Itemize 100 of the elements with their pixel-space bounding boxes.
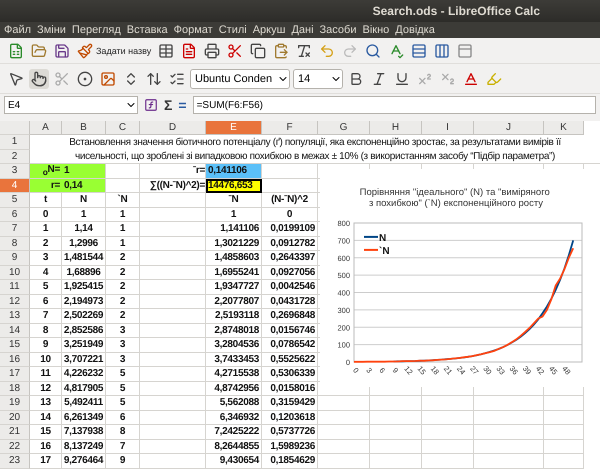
row-header[interactable]: 19 — [0, 396, 30, 410]
table-cell: 2,2077807 — [206, 294, 262, 309]
table-cell: 2,852586 — [62, 324, 106, 338]
row-header[interactable]: 23 — [0, 454, 30, 468]
table-cell: 6,346932 — [206, 410, 262, 425]
table-cell: 0,141106 — [206, 164, 262, 178]
formula-button[interactable]: = — [178, 97, 187, 113]
row-header[interactable]: 22 — [0, 440, 30, 454]
column-header[interactable]: I — [422, 121, 474, 135]
menu-item[interactable]: Вікно — [362, 24, 390, 36]
row-header[interactable]: 6 — [0, 208, 30, 222]
sum-button[interactable]: Σ — [164, 97, 172, 113]
menu-item[interactable]: Довідка — [395, 24, 435, 36]
print-icon — [204, 42, 220, 58]
row-header[interactable]: 17 — [0, 367, 30, 382]
table-cell: 8,2644855 — [206, 440, 262, 454]
menu-item[interactable]: Файл — [4, 24, 32, 36]
row-header[interactable]: 15 — [0, 338, 30, 352]
function-wizard-icon[interactable] — [144, 98, 158, 112]
table-cell — [318, 410, 370, 425]
row-header[interactable]: 10 — [0, 266, 30, 280]
toolbar-button[interactable] — [75, 68, 95, 88]
table-cell: 10 — [30, 352, 62, 367]
row-header[interactable]: 7 — [0, 222, 30, 236]
table-cell: 12 — [30, 382, 62, 396]
table-cell: 3,7433453 — [206, 352, 262, 367]
columns-icon — [434, 42, 450, 58]
column-header[interactable]: A — [30, 121, 62, 135]
menu-item[interactable]: Дані — [291, 24, 314, 36]
column-heading: (N-ˉN)^2 — [262, 193, 318, 208]
table-cell: 2 — [106, 294, 140, 309]
table-cell: 5 — [30, 280, 62, 294]
window-title: Search.ods - LibreOffice Calc — [372, 4, 540, 18]
toolbar-button[interactable] — [202, 40, 222, 60]
table-cell: 13 — [30, 396, 62, 410]
column-header[interactable]: B — [62, 121, 106, 135]
paintbrush-icon — [77, 42, 93, 58]
clear-formatting-icon — [296, 42, 312, 58]
column-header[interactable]: C — [106, 121, 140, 135]
row-header[interactable]: 16 — [0, 352, 30, 367]
row-header[interactable]: 3 — [0, 164, 30, 178]
set-name-button[interactable]: Задати назву — [75, 40, 154, 60]
table-cell: 1 — [30, 222, 62, 236]
row-header[interactable]: 21 — [0, 425, 30, 440]
column-header[interactable]: G — [318, 121, 370, 135]
table-cell[interactable]: 14476,653 — [206, 178, 262, 193]
menu-item[interactable]: Зміни — [37, 24, 66, 36]
table-icon — [158, 42, 174, 58]
font-size-field[interactable]: 14 — [293, 68, 343, 88]
table-cell: 0 — [30, 208, 62, 222]
table-cell: 4 — [30, 266, 62, 280]
row-header[interactable]: 9 — [0, 251, 30, 266]
row-header[interactable]: 11 — [0, 280, 30, 294]
font-name-field[interactable]: Ubuntu Conden — [190, 68, 290, 88]
row-header[interactable]: 14 — [0, 324, 30, 338]
table-cell — [318, 454, 370, 468]
menu-item[interactable]: Стилі — [218, 24, 247, 36]
italic-icon — [371, 70, 387, 86]
column-header[interactable]: H — [370, 121, 422, 135]
table-cell — [140, 222, 206, 236]
column-header[interactable]: J — [474, 121, 544, 135]
table-cell: 2 — [106, 280, 140, 294]
table-cell: 5 — [106, 382, 140, 396]
row-header[interactable]: 2 — [0, 150, 30, 164]
formula-input[interactable]: =SUM(F6:F56) — [192, 96, 596, 114]
row-header[interactable]: 12 — [0, 294, 30, 309]
column-header[interactable]: K — [544, 121, 584, 135]
row-header[interactable]: 13 — [0, 309, 30, 324]
menu-item[interactable]: Засоби — [320, 24, 356, 36]
toolbar-button[interactable] — [248, 40, 268, 60]
row-header[interactable]: 8 — [0, 236, 30, 251]
row-header[interactable]: 20 — [0, 410, 30, 425]
table-cell: 4,8742956 — [206, 382, 262, 396]
table-cell: 8 — [106, 425, 140, 440]
column-header[interactable]: F — [262, 121, 318, 135]
table-cell: 0,3159429 — [262, 396, 318, 410]
table-cell: 1,481544 — [62, 251, 106, 266]
toolbar-button[interactable] — [29, 68, 49, 88]
table-cell: 1 — [62, 208, 106, 222]
table-cell: 1,68896 — [62, 266, 106, 280]
superscript-icon — [417, 70, 433, 86]
row-header[interactable]: 1 — [0, 135, 30, 150]
menu-item[interactable]: Формат — [174, 24, 213, 36]
column-header[interactable]: D — [140, 121, 206, 135]
table-cell: 0 — [262, 208, 318, 222]
menu-item[interactable]: Аркуш — [252, 24, 286, 36]
table-cell — [474, 396, 544, 410]
table-cell — [318, 425, 370, 440]
underline-icon — [394, 70, 410, 86]
table-cell — [140, 382, 206, 396]
row-header[interactable]: 5 — [0, 193, 30, 208]
table-cell: 11 — [30, 367, 62, 382]
table-cell: 5 — [106, 367, 140, 382]
subscript-icon — [440, 70, 456, 86]
table-cell: 0,5306339 — [262, 367, 318, 382]
menu-item[interactable]: Перегляд — [72, 24, 121, 36]
row-header[interactable]: 18 — [0, 382, 30, 396]
menu-item[interactable]: Вставка — [126, 24, 168, 36]
table-cell: 9 — [106, 454, 140, 468]
name-box[interactable]: E4 — [4, 96, 138, 114]
